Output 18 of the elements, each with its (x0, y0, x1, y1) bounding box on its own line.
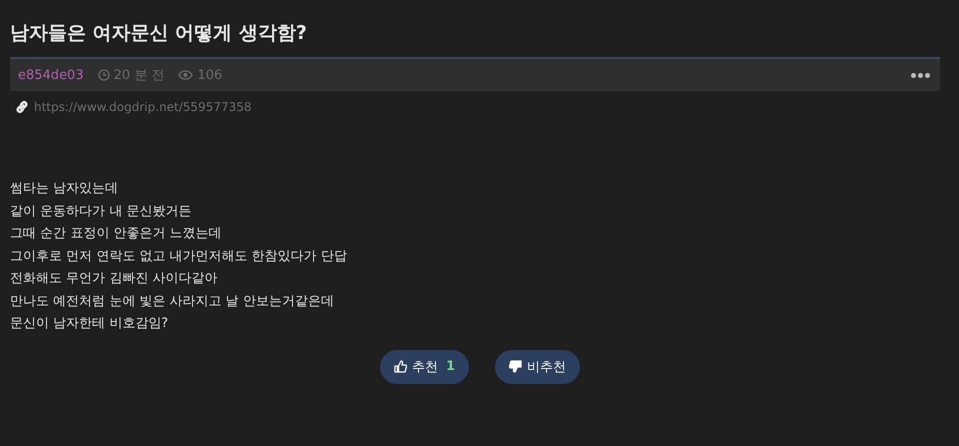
vote-count: 1 (446, 359, 456, 374)
view-count: 106 (197, 68, 222, 82)
post-time: 20 분 전 (114, 67, 164, 84)
eye-icon (178, 70, 194, 80)
link-icon (15, 100, 29, 114)
body-text: 만나도 예전처럼 눈에 빛은 사라지고 날 안보는거같은데 (10, 292, 335, 310)
thumbs-up-icon (394, 360, 407, 373)
post-title: 남자들은 여자문신 어떻게 생각함? (10, 21, 308, 46)
upvote-button[interactable]: 추천 1 (380, 350, 470, 384)
body-text: 그이후로 먼저 연락도 없고 내가먼저해도 한참있다가 단답 (10, 248, 348, 266)
body-text: 그때 순간 표정이 안좋은거 느꼈는데 (10, 225, 223, 243)
body-text: 전화해도 무언가 김빠진 사이다같아 (10, 270, 218, 288)
downvote-button[interactable]: 비추천 (495, 350, 580, 384)
thumbs-down-icon (509, 360, 522, 373)
body-text: 문신이 남자한테 비호감임? (10, 315, 170, 333)
body-text: 썸타는 남자있는데 (10, 180, 120, 198)
clock-icon (98, 69, 110, 81)
body-text: 같이 운동하다가 내 문신봤거든 (10, 202, 192, 220)
